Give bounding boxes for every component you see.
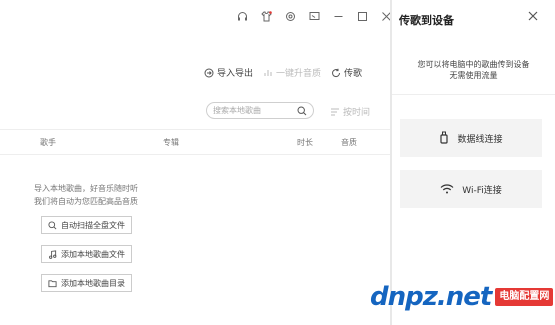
add-dir-label: 添加本地歌曲目录: [61, 278, 125, 288]
panel-description: 您可以将电脑中的歌曲传到设备 无需使用流量: [392, 59, 555, 81]
upgrade-quality-button[interactable]: 一键升音质: [263, 66, 321, 79]
panel-separator: [392, 94, 555, 95]
headphones-icon[interactable]: [236, 10, 248, 22]
search-input[interactable]: [213, 106, 293, 115]
empty-state-line2: 我们将自动为您匹配高品音质: [34, 197, 138, 206]
empty-state-line1: 导入本地歌曲，好音乐随时听: [34, 184, 138, 193]
panel-desc-line1: 您可以将电脑中的歌曲传到设备: [417, 60, 530, 69]
local-music-toolbar: 导入导出 一键升音质 传歌: [204, 66, 362, 79]
column-quality[interactable]: 音质: [341, 137, 357, 148]
usb-connect-option[interactable]: 数据线连接: [400, 119, 542, 157]
upgrade-quality-label: 一键升音质: [276, 69, 322, 79]
transfer-button[interactable]: 传歌: [331, 66, 362, 79]
main-area: 导入导出 一键升音质 传歌 按时间 歌手 专辑 时长 音质 导入本地歌曲，好音乐…: [0, 0, 392, 325]
table-header: 歌手 专辑 时长 音质: [0, 129, 390, 155]
titlebar-controls: [236, 10, 392, 22]
watermark-logo: dnpz.net: [370, 282, 492, 312]
sort-label: 按时间: [343, 108, 371, 118]
scan-all-disks-button[interactable]: 自动扫描全盘文件: [41, 216, 132, 234]
transfer-label: 传歌: [344, 69, 363, 79]
site-watermark: dnpz.net 电脑配置网: [370, 282, 554, 312]
sort-icon: [331, 108, 339, 115]
add-files-label: 添加本地歌曲文件: [61, 249, 125, 259]
column-album[interactable]: 专辑: [163, 137, 179, 148]
search-icon[interactable]: [297, 105, 307, 116]
column-duration[interactable]: 时长: [297, 137, 313, 148]
panel-desc-line2: 无需使用流量: [449, 71, 498, 80]
scan-label: 自动扫描全盘文件: [61, 220, 125, 230]
folder-icon: [48, 279, 57, 287]
import-export-icon: [204, 68, 214, 77]
wifi-connect-label: Wi-Fi连接: [462, 185, 502, 196]
watermark-badge: 电脑配置网: [495, 288, 554, 306]
minimize-icon[interactable]: [332, 10, 344, 22]
column-artist[interactable]: 歌手: [40, 137, 56, 148]
panel-title: 传歌到设备: [399, 14, 454, 27]
music-note-icon: [49, 249, 57, 259]
wifi-icon: [440, 184, 454, 194]
mini-mode-icon[interactable]: [308, 10, 320, 22]
import-export-label: 导入导出: [217, 69, 254, 79]
usb-connect-label: 数据线连接: [457, 134, 503, 145]
empty-state-message: 导入本地歌曲，好音乐随时听 我们将自动为您匹配高品音质: [34, 182, 138, 208]
sort-by-time-button[interactable]: 按时间: [330, 105, 370, 118]
usb-cable-icon: [440, 131, 449, 144]
upgrade-icon: [264, 69, 272, 76]
skin-icon[interactable]: [260, 10, 272, 22]
search-box: [206, 102, 314, 119]
refresh-icon: [332, 68, 341, 77]
add-song-files-button[interactable]: 添加本地歌曲文件: [41, 245, 132, 263]
settings-icon[interactable]: [284, 10, 296, 22]
search-icon: [48, 220, 57, 229]
import-export-button[interactable]: 导入导出: [204, 66, 253, 79]
close-icon[interactable]: [526, 9, 540, 23]
add-song-folder-button[interactable]: 添加本地歌曲目录: [41, 274, 132, 292]
wifi-connect-option[interactable]: Wi-Fi连接: [400, 170, 542, 208]
maximize-icon[interactable]: [356, 10, 368, 22]
transfer-panel: 传歌到设备 您可以将电脑中的歌曲传到设备 无需使用流量 数据线连接 Wi-Fi连…: [392, 0, 555, 325]
